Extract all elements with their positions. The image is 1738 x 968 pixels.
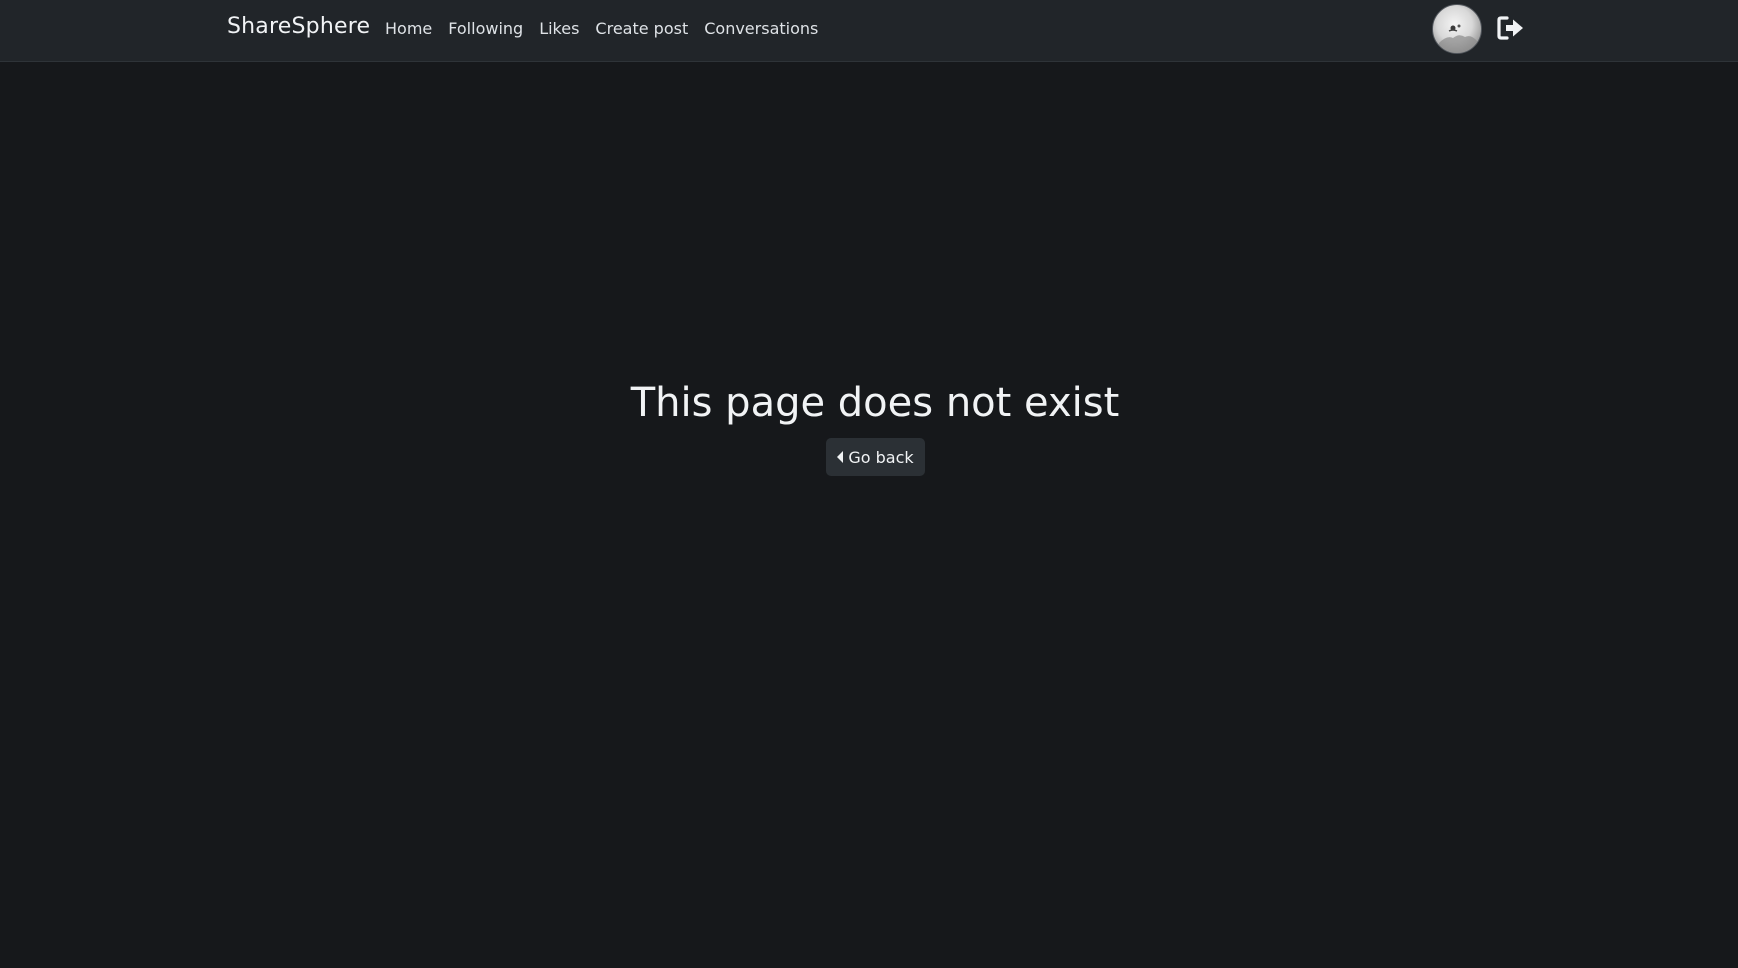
avatar-image-icon [1439,24,1477,53]
nav-link-likes[interactable]: Likes [539,19,579,38]
sign-out-icon[interactable] [1496,14,1526,42]
nav-links: Home Following Likes Create post Convers… [385,0,818,57]
caret-left-icon [837,451,844,463]
user-avatar[interactable] [1432,4,1482,54]
nav-link-conversations[interactable]: Conversations [704,19,818,38]
nav-link-following[interactable]: Following [448,19,523,38]
go-back-button[interactable]: Go back [826,438,925,476]
nav-link-home[interactable]: Home [385,19,432,38]
top-navbar: ShareSphere Home Following Likes Create … [0,0,1738,62]
main-content: This page does not exist Go back [0,62,1738,968]
nav-link-create-post[interactable]: Create post [595,19,688,38]
brand-link[interactable]: ShareSphere [227,14,370,39]
page-title: This page does not exist [630,380,1120,426]
go-back-label: Go back [848,447,914,467]
